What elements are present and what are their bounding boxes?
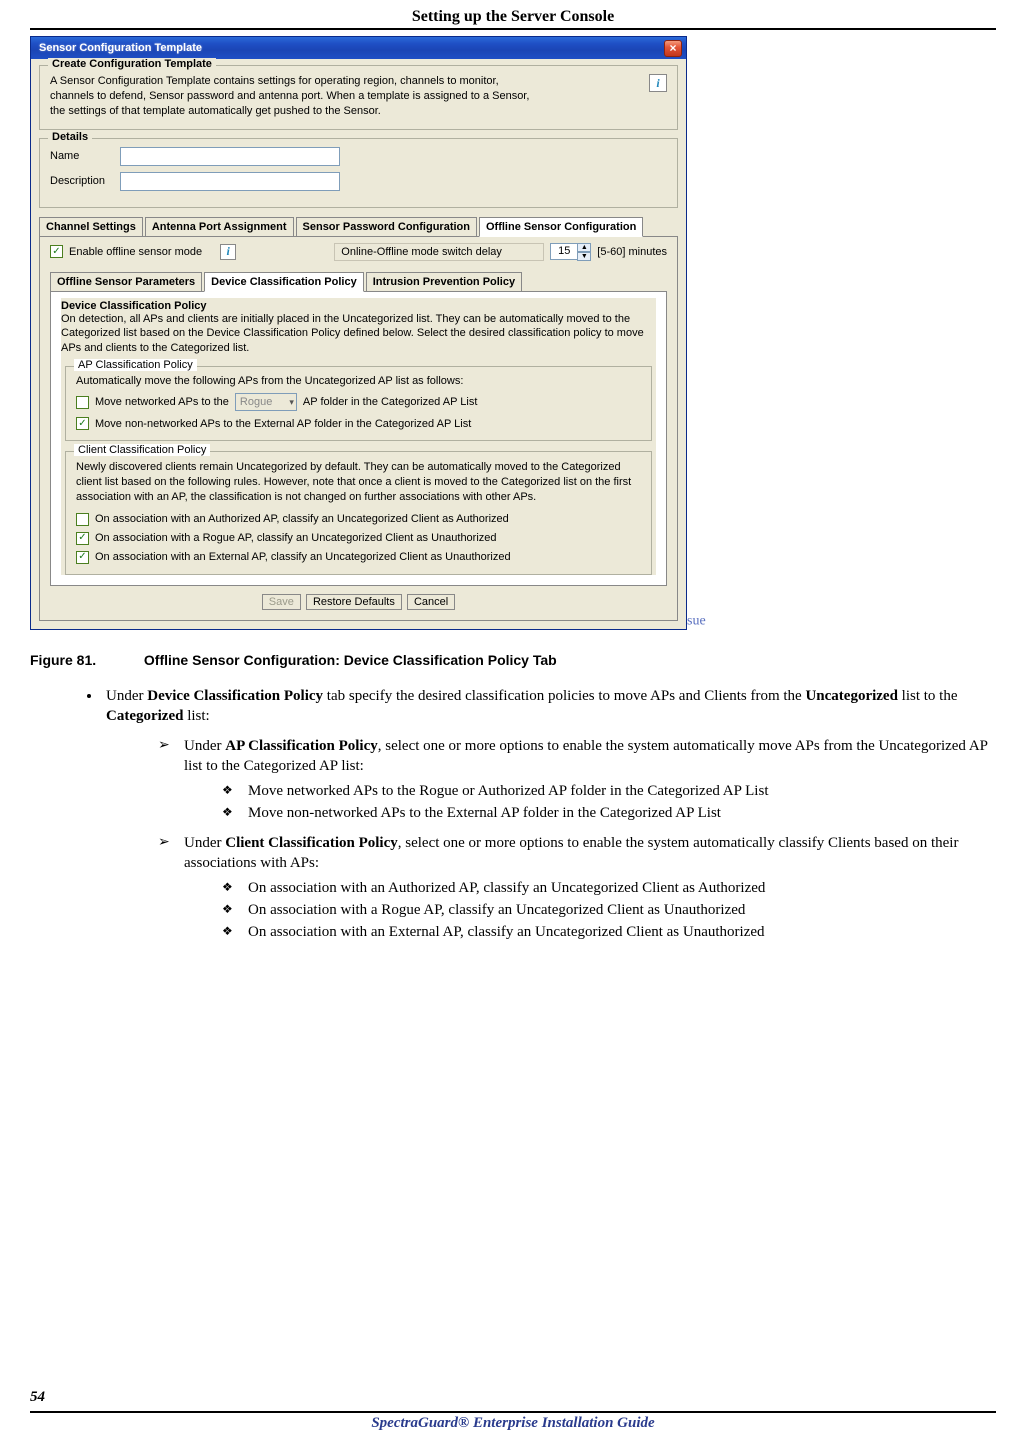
tab-offline-sensor[interactable]: Offline Sensor Configuration xyxy=(479,217,643,237)
client-external-ap-checkbox[interactable] xyxy=(76,551,89,564)
info-icon[interactable]: i xyxy=(220,244,236,260)
sub-tab-bar: Offline Sensor Parameters Device Classif… xyxy=(50,271,667,291)
window-title: Sensor Configuration Template xyxy=(35,42,202,54)
client-authorized-ap-label: On association with an Authorized AP, cl… xyxy=(95,513,509,525)
ap-folder-select-value: Rogue xyxy=(240,396,272,408)
spinner-up-icon[interactable]: ▲ xyxy=(577,243,591,252)
switch-delay-label: Online-Offline mode switch delay xyxy=(334,243,544,261)
offline-tab-panel: Enable offline sensor mode i Online-Offl… xyxy=(39,236,678,621)
client-classification-legend: Client Classification Policy xyxy=(74,444,210,456)
client-classification-intro: Newly discovered clients remain Uncatego… xyxy=(76,460,641,505)
dcp-intro: On detection, all APs and clients are in… xyxy=(61,312,656,357)
switch-delay-value[interactable]: 15 xyxy=(550,243,578,260)
bullet-client-policy: Under Client Classification Policy, sele… xyxy=(158,833,996,942)
button-row: Save Restore Defaults Cancel xyxy=(50,594,667,610)
title-bar: Sensor Configuration Template × xyxy=(31,37,686,59)
ap-classification-legend: AP Classification Policy xyxy=(74,359,197,371)
stray-text: sue xyxy=(687,614,706,629)
client-classification-group: Client Classification Policy Newly disco… xyxy=(65,451,652,575)
body-text: Under Device Classification Policy tab s… xyxy=(30,686,996,943)
restore-defaults-button[interactable]: Restore Defaults xyxy=(306,594,402,610)
move-networked-aps-checkbox[interactable] xyxy=(76,396,89,409)
create-template-legend: Create Configuration Template xyxy=(48,58,216,70)
name-label: Name xyxy=(50,150,120,162)
page-number: 54 xyxy=(30,1389,45,1406)
ap-classification-intro: Automatically move the following APs fro… xyxy=(76,375,641,387)
switch-delay-range: [5-60] minutes xyxy=(597,246,667,258)
tab-antenna-port[interactable]: Antenna Port Assignment xyxy=(145,217,294,237)
move-networked-aps-pre: Move networked APs to the xyxy=(95,396,229,408)
page-footer: SpectraGuard® Enterprise Installation Gu… xyxy=(30,1411,996,1432)
figure-caption: Figure 81. Offline Sensor Configuration:… xyxy=(30,652,996,668)
create-template-intro: A Sensor Configuration Template contains… xyxy=(50,74,530,119)
switch-delay-spinner[interactable]: 15 ▲▼ xyxy=(550,243,591,261)
client-authorized-ap-checkbox[interactable] xyxy=(76,513,89,526)
main-tab-bar: Channel Settings Antenna Port Assignment… xyxy=(39,216,678,236)
bullet-client-opt2: On association with a Rogue AP, classify… xyxy=(222,900,996,920)
bullet-ap-opt1: Move networked APs to the Rogue or Autho… xyxy=(222,781,996,801)
client-rogue-ap-label: On association with a Rogue AP, classify… xyxy=(95,532,497,544)
dcp-legend: Device Classification Policy xyxy=(61,300,656,312)
enable-offline-label: Enable offline sensor mode xyxy=(69,246,202,258)
ap-classification-group: AP Classification Policy Automatically m… xyxy=(65,366,652,441)
ap-folder-select[interactable]: Rogue ▾ xyxy=(235,393,297,411)
chevron-down-icon: ▾ xyxy=(289,397,294,408)
save-button[interactable]: Save xyxy=(262,594,301,610)
tab-sensor-password[interactable]: Sensor Password Configuration xyxy=(296,217,477,237)
bullet-client-opt1: On association with an Authorized AP, cl… xyxy=(222,878,996,898)
client-external-ap-label: On association with an External AP, clas… xyxy=(95,551,511,563)
cancel-button[interactable]: Cancel xyxy=(407,594,455,610)
details-group: Details Name Description xyxy=(39,138,678,208)
enable-offline-checkbox[interactable] xyxy=(50,245,63,258)
dialog-window: Sensor Configuration Template × Create C… xyxy=(30,36,687,630)
details-legend: Details xyxy=(48,131,92,143)
dcp-group: Device Classification Policy On detectio… xyxy=(61,298,656,575)
bullet-main: Under Device Classification Policy tab s… xyxy=(102,686,996,943)
subtab-device-classification[interactable]: Device Classification Policy xyxy=(204,272,364,292)
close-icon[interactable]: × xyxy=(664,40,682,57)
bullet-client-opt3: On association with an External AP, clas… xyxy=(222,922,996,942)
info-icon[interactable]: i xyxy=(649,74,667,92)
bullet-ap-opt2: Move non-networked APs to the External A… xyxy=(222,803,996,823)
description-input[interactable] xyxy=(120,172,340,191)
spinner-down-icon[interactable]: ▼ xyxy=(577,252,591,261)
client-rogue-ap-checkbox[interactable] xyxy=(76,532,89,545)
page-header: Setting up the Server Console xyxy=(30,8,996,30)
description-label: Description xyxy=(50,175,120,187)
bullet-ap-policy: Under AP Classification Policy, select o… xyxy=(158,736,996,823)
tab-channel-settings[interactable]: Channel Settings xyxy=(39,217,143,237)
name-input[interactable] xyxy=(120,147,340,166)
move-networked-aps-post: AP folder in the Categorized AP List xyxy=(303,396,477,408)
figure-number: Figure 81. xyxy=(30,652,140,668)
device-classification-panel: Device Classification Policy On detectio… xyxy=(50,291,667,586)
subtab-intrusion-prevention[interactable]: Intrusion Prevention Policy xyxy=(366,272,522,292)
subtab-offline-params[interactable]: Offline Sensor Parameters xyxy=(50,272,202,292)
create-template-group: Create Configuration Template A Sensor C… xyxy=(39,65,678,130)
move-nonnetworked-aps-label: Move non-networked APs to the External A… xyxy=(95,418,471,430)
figure-title: Offline Sensor Configuration: Device Cla… xyxy=(144,652,557,668)
move-nonnetworked-aps-checkbox[interactable] xyxy=(76,417,89,430)
